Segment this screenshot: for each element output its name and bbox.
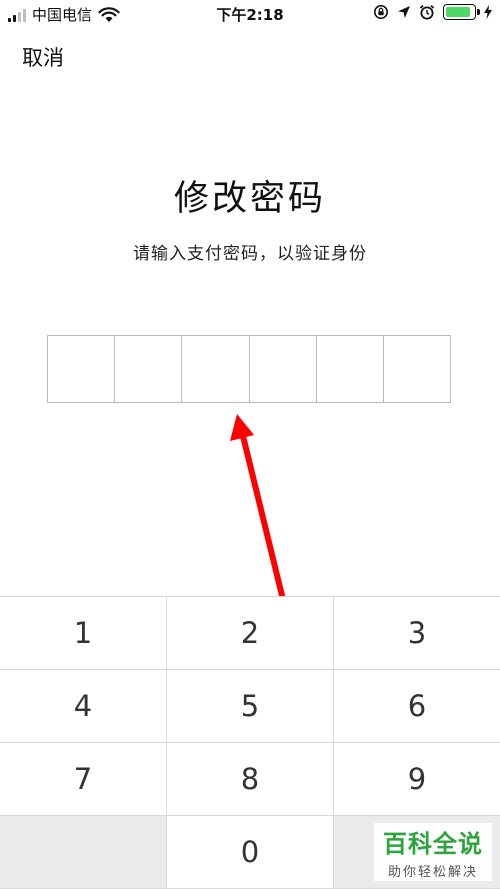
password-digit-box[interactable] bbox=[182, 336, 250, 402]
cancel-button[interactable]: 取消 bbox=[22, 42, 64, 72]
keypad-key-9[interactable]: 9 bbox=[334, 743, 500, 815]
keypad-row: 123 bbox=[0, 597, 500, 670]
password-digit-box[interactable] bbox=[384, 336, 450, 402]
charging-icon bbox=[484, 5, 492, 19]
battery-icon bbox=[443, 4, 480, 20]
keypad-key-1[interactable]: 1 bbox=[0, 597, 167, 669]
keypad-key-7[interactable]: 7 bbox=[0, 743, 167, 815]
keypad-key-5[interactable]: 5 bbox=[167, 670, 334, 742]
watermark-logo: 百科全说 助你轻松解决 bbox=[374, 823, 492, 881]
alarm-icon bbox=[419, 4, 435, 20]
keypad-key-8[interactable]: 8 bbox=[167, 743, 334, 815]
status-bar: 中国电信 下午2:18 bbox=[0, 0, 500, 30]
password-digit-box[interactable] bbox=[250, 336, 317, 402]
rotation-lock-icon bbox=[374, 5, 388, 19]
keypad-row: 789 bbox=[0, 743, 500, 816]
password-digit-box[interactable] bbox=[317, 336, 384, 402]
battery-level bbox=[446, 7, 470, 17]
keypad-key-6[interactable]: 6 bbox=[334, 670, 500, 742]
status-right bbox=[373, 4, 492, 20]
keypad-key-2[interactable]: 2 bbox=[167, 597, 334, 669]
password-digit-box[interactable] bbox=[48, 336, 116, 402]
subtitle: 请输入支付密码，以验证身份 bbox=[133, 244, 367, 264]
page-title: 修改密码 bbox=[173, 179, 326, 219]
keypad-row: 456 bbox=[0, 670, 500, 743]
keypad-key-3[interactable]: 3 bbox=[334, 597, 500, 669]
keypad-key-4[interactable]: 4 bbox=[0, 670, 167, 742]
password-digit-box[interactable] bbox=[115, 336, 183, 402]
location-icon bbox=[398, 6, 410, 18]
watermark-sub-text: 助你轻松解决 bbox=[387, 865, 478, 880]
keypad-blank-key bbox=[0, 816, 167, 888]
watermark-main-text: 百科全说 bbox=[383, 830, 483, 858]
password-input-boxes[interactable] bbox=[47, 335, 451, 403]
keypad-key-0[interactable]: 0 bbox=[167, 816, 334, 888]
